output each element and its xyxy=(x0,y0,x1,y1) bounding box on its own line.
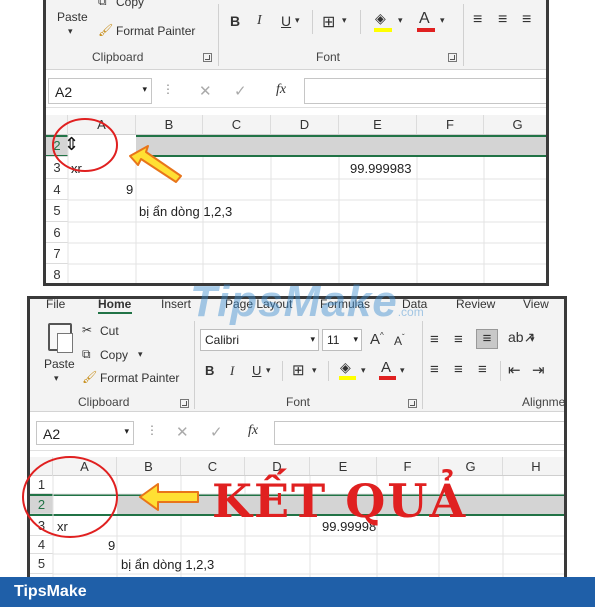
footer-bar: TipsMake xyxy=(0,577,595,607)
highlight-circle xyxy=(22,456,118,538)
footer-brand: TipsMake xyxy=(14,583,87,600)
result-label: KẾT QUẢ xyxy=(212,474,468,528)
pointer-arrow-icon xyxy=(139,483,199,511)
